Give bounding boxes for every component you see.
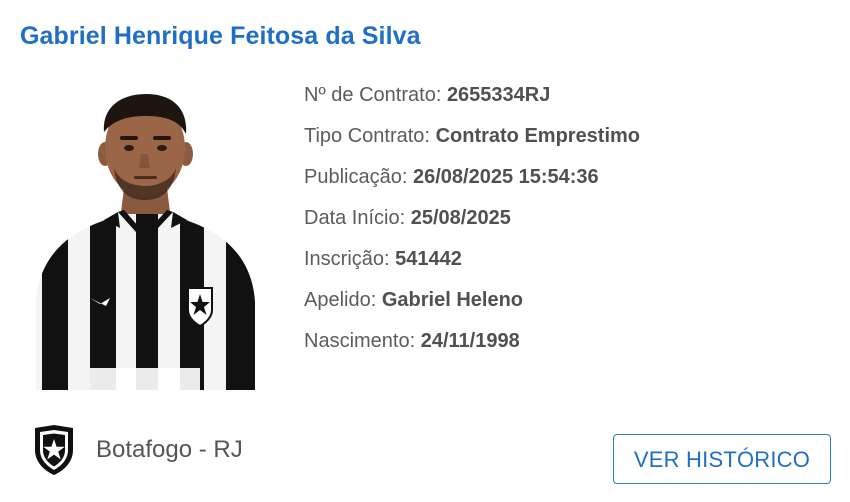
detail-contract-number: Nº de Contrato: 2655334RJ [304,78,640,119]
detail-label: Inscrição: [304,248,390,270]
player-photo [28,88,263,390]
player-name: Gabriel Henrique Feitosa da Silva [20,22,421,50]
detail-birth-date: Nascimento: 24/11/1998 [304,324,640,365]
botafogo-crest-icon [35,425,73,475]
detail-label: Data Início: [304,207,406,229]
detail-contract-type: Tipo Contrato: Contrato Emprestimo [304,119,640,160]
detail-value: 26/08/2025 15:54:36 [412,166,599,188]
detail-value: Gabriel Heleno [381,289,523,311]
detail-label: Apelido: [304,289,377,311]
detail-label: Publicação: [304,166,408,188]
detail-value: 2655334RJ [446,84,551,106]
detail-label: Nº de Contrato: [304,84,442,106]
detail-value: 541442 [395,248,462,270]
club-name: Botafogo - RJ [96,436,243,463]
detail-value: 24/11/1998 [420,330,520,352]
detail-publication: Publicação: 26/08/2025 15:54:36 [304,160,640,201]
detail-nickname: Apelido: Gabriel Heleno [304,283,640,324]
detail-value: 25/08/2025 [410,207,511,229]
player-photo-illustration [36,94,255,390]
detail-label: Tipo Contrato: [304,125,430,147]
contract-details: Nº de Contrato: 2655334RJ Tipo Contrato:… [304,78,640,365]
detail-registration: Inscrição: 541442 [304,242,640,283]
view-history-button[interactable]: VER HISTÓRICO [613,434,831,484]
detail-start-date: Data Início: 25/08/2025 [304,201,640,242]
club-info: Botafogo - RJ [32,424,243,476]
detail-label: Nascimento: [304,330,416,352]
detail-value: Contrato Emprestimo [435,125,641,147]
